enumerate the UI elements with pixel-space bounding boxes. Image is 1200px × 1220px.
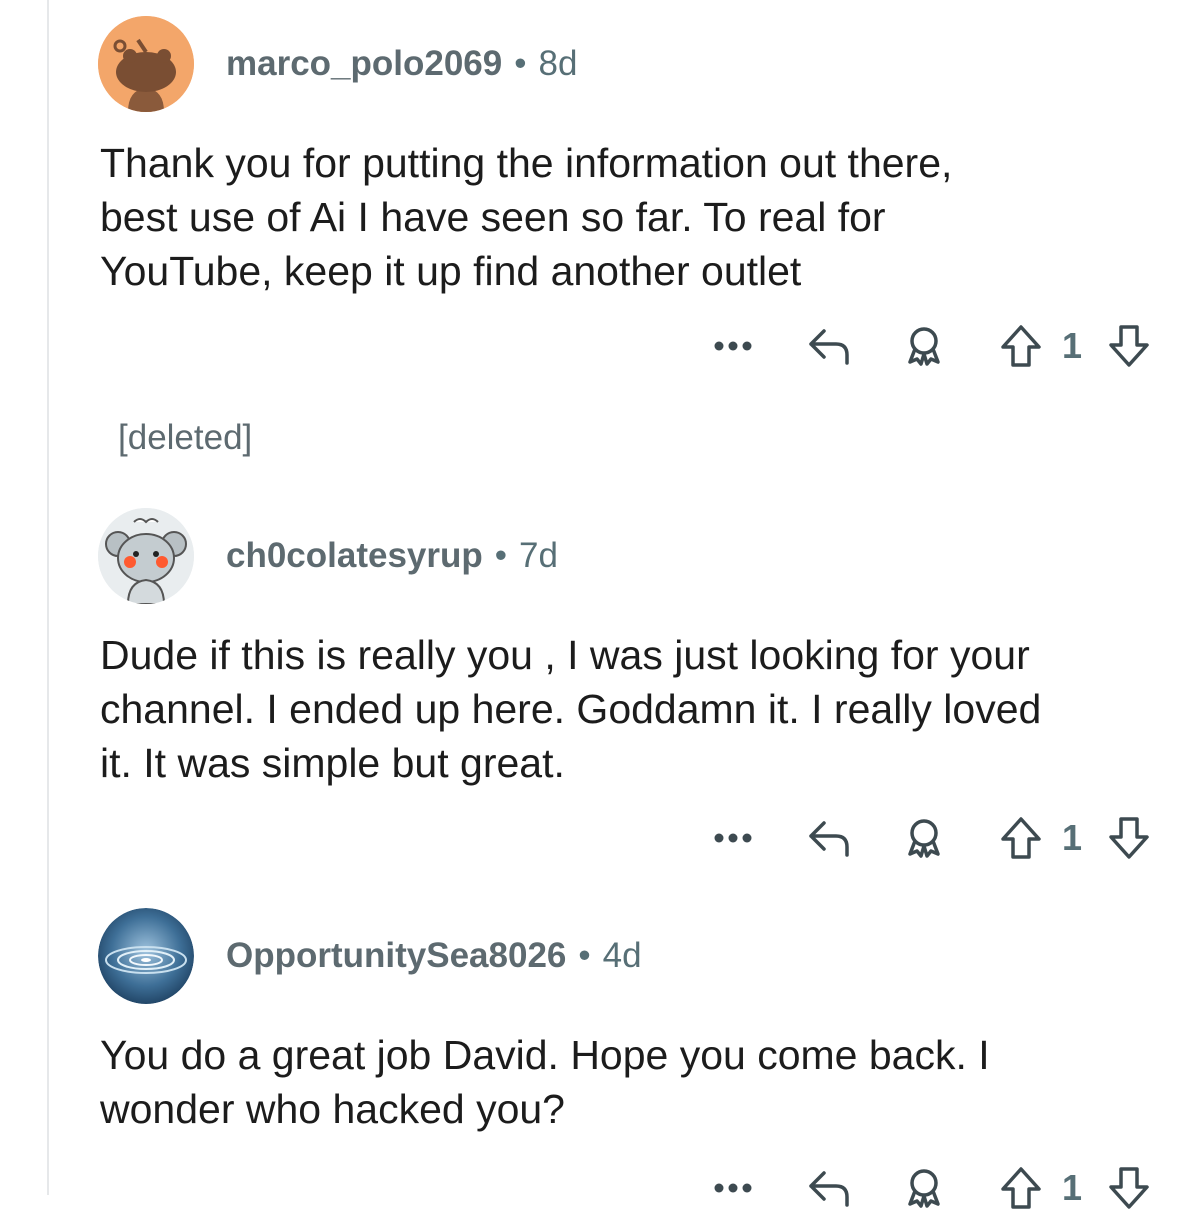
username[interactable]: OpportunitySea8026 xyxy=(226,936,566,975)
avatar[interactable] xyxy=(98,16,194,112)
comment-age: 4d xyxy=(602,936,642,975)
comment-age: 8d xyxy=(538,44,578,83)
comment-line: Thank you for putting the information ou… xyxy=(100,140,953,186)
deleted-comment: [deleted] xyxy=(118,418,253,457)
upvote-arrow-icon[interactable] xyxy=(996,1160,1046,1216)
comment-line: You do a great job David. Hope you come … xyxy=(100,1032,990,1078)
more-icon[interactable] xyxy=(710,318,756,374)
comment-age: 7d xyxy=(519,536,558,575)
more-icon[interactable] xyxy=(710,810,756,866)
separator-dot: • xyxy=(494,536,508,575)
vote-count: 1 xyxy=(1062,1167,1083,1208)
downvote-arrow-icon[interactable] xyxy=(1104,810,1154,866)
comment-line: channel. I ended up here. Goddamn it. I … xyxy=(100,686,1042,732)
avatar[interactable] xyxy=(98,908,194,1004)
username[interactable]: ch0colatesyrup xyxy=(226,536,483,575)
vote-count: 1 xyxy=(1062,325,1083,366)
upvote-arrow-icon[interactable] xyxy=(996,318,1046,374)
avatar[interactable] xyxy=(98,508,194,604)
username[interactable]: marco_polo2069 xyxy=(226,44,502,83)
separator-dot: • xyxy=(578,936,591,975)
comment-line: wonder who hacked you? xyxy=(100,1086,565,1132)
comment-meta: marco_polo2069 • 8d xyxy=(226,44,577,84)
reply-icon[interactable] xyxy=(804,810,854,866)
award-icon[interactable] xyxy=(900,1160,948,1216)
vote-count: 1 xyxy=(1062,817,1083,858)
comment-actions: 1 xyxy=(700,1160,1170,1220)
comment-meta: ch0colatesyrup • 7d xyxy=(226,536,558,576)
comment-actions: 1 xyxy=(700,810,1170,870)
thread-line xyxy=(47,0,49,1195)
downvote-arrow-icon[interactable] xyxy=(1104,1160,1154,1216)
reply-icon[interactable] xyxy=(804,1160,854,1216)
award-icon[interactable] xyxy=(900,810,948,866)
comment-body: Thank you for putting the information ou… xyxy=(100,136,1180,298)
more-icon[interactable] xyxy=(710,1160,756,1216)
comment-line: it. It was simple but great. xyxy=(100,740,565,786)
award-icon[interactable] xyxy=(900,318,948,374)
comment-body: You do a great job David. Hope you come … xyxy=(100,1028,1180,1136)
comment-meta: OpportunitySea8026 • 4d xyxy=(226,936,642,976)
separator-dot: • xyxy=(514,44,527,83)
comment-actions: 1 xyxy=(700,318,1170,378)
comment-body: Dude if this is really you , I was just … xyxy=(100,628,1180,790)
comment-line: best use of Ai I have seen so far. To re… xyxy=(100,194,886,240)
comment-line: YouTube, keep it up find another outlet xyxy=(100,248,802,294)
comment-line: Dude if this is really you , I was just … xyxy=(100,632,1030,678)
downvote-arrow-icon[interactable] xyxy=(1104,318,1154,374)
upvote-arrow-icon[interactable] xyxy=(996,810,1046,866)
reply-icon[interactable] xyxy=(804,318,854,374)
